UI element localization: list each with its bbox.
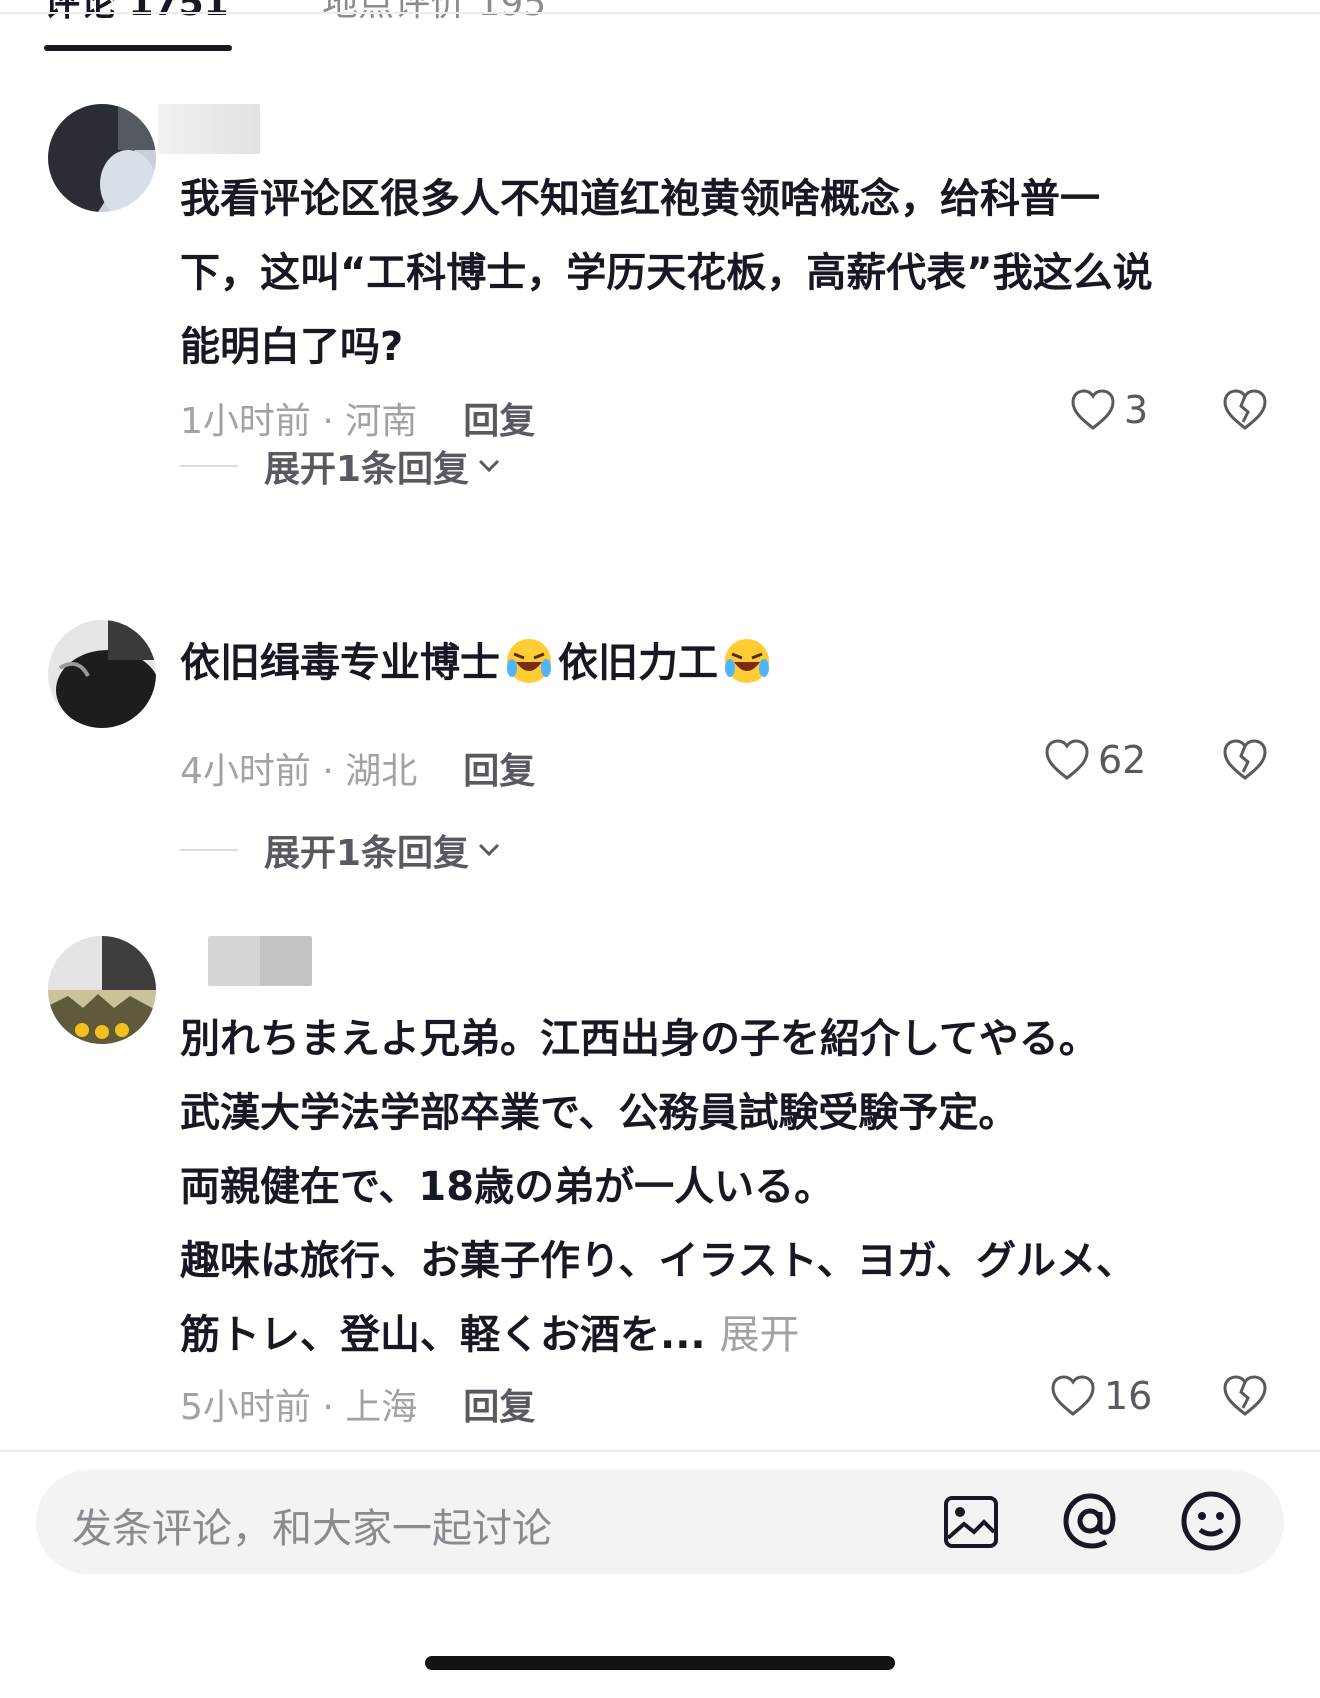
heart-icon [1071,389,1115,430]
broken-heart-icon [1223,389,1267,430]
comment-text: 依旧缉毒专业博士 依旧力工 [180,626,1270,700]
comment-text: 別れちまえよ兄弟。江西出身の子を紹介してやる。 武漢大学法学部卒業で、公務員試験… [180,1016,1136,1358]
laughing-crying-emoji-icon [507,639,551,683]
comment-text: 我看评论区很多人不知道红袍黄领啥概念，给科普一 下，这叫“工科博士，学历天花板，… [180,176,1153,370]
reply-button[interactable]: 回复 [463,1387,535,1428]
image-icon [944,1496,998,1548]
username-redacted [208,936,312,986]
like-count: 3 [1124,388,1149,432]
comment-input[interactable]: 发条评论，和大家一起讨论 [36,1470,1284,1574]
expand-replies-label: 展开1条回复 [264,449,470,490]
expand-text-link[interactable]: 展开 [720,1312,800,1358]
timestamp-location: 4小时前 · 湖北 [180,751,418,792]
image-button[interactable] [942,1494,1000,1554]
active-tab-indicator [44,45,232,51]
comment-meta: 4小时前 · 湖北 回复 [180,742,535,794]
dislike-button[interactable] [1222,388,1268,436]
chevron-down-icon [479,459,500,473]
like-count: 16 [1104,1374,1153,1418]
avatar[interactable] [48,936,156,1044]
dislike-button[interactable] [1222,1374,1268,1422]
timestamp-location: 1小时前 · 河南 [180,401,418,442]
chevron-down-icon [479,843,500,857]
avatar[interactable] [48,620,156,728]
like-button[interactable]: 3 [1070,388,1148,432]
broken-heart-icon [1223,1375,1267,1416]
comment-input-placeholder: 发条评论，和大家一起讨论 [72,1506,552,1552]
tabs-divider [0,12,1320,14]
like-button[interactable]: 62 [1044,738,1146,782]
at-sign-icon [1063,1493,1116,1549]
comment-meta: 1小时前 · 河南 回复 [180,392,535,444]
divider-line [180,849,238,851]
heart-icon [1051,1375,1095,1416]
comment-meta: 5小时前 · 上海 回复 [180,1378,535,1430]
home-indicator[interactable] [425,1656,895,1670]
like-count: 62 [1098,738,1147,782]
dislike-button[interactable] [1222,738,1268,786]
broken-heart-icon [1223,739,1267,780]
comment-tabs: 评论 1751 地点评价 195 [0,0,1320,51]
like-button[interactable]: 16 [1050,1374,1152,1418]
username-redacted [158,104,260,154]
expand-replies-label: 展开1条回复 [264,833,470,874]
reply-button[interactable]: 回复 [463,401,535,442]
expand-replies[interactable]: 展开1条回复 [180,824,501,876]
emoji-icon [1181,1491,1241,1551]
laughing-crying-emoji-icon [725,639,769,683]
comments-screen: 评论 1751 地点评价 195 我看评论区很多人不知道红袍黄领啥概念，给科普一… [0,0,1320,1698]
heart-icon [1045,739,1089,780]
expand-replies[interactable]: 展开1条回复 [180,440,501,492]
avatar[interactable] [48,104,156,212]
emoji-button[interactable] [1180,1490,1242,1556]
mention-button[interactable] [1060,1490,1120,1556]
timestamp-location: 5小时前 · 上海 [180,1387,418,1428]
input-divider [0,1450,1320,1452]
reply-button[interactable]: 回复 [463,751,535,792]
divider-line [180,465,238,467]
